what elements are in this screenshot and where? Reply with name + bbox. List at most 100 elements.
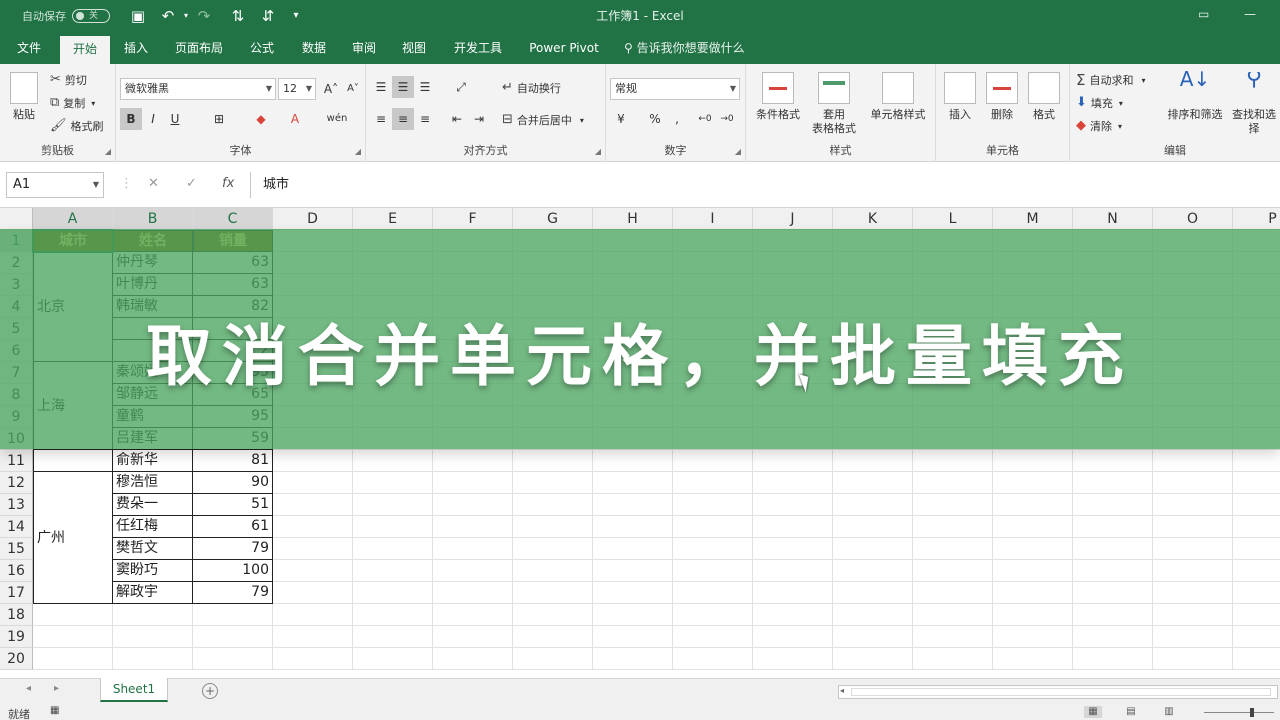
- fill-color-icon[interactable]: ◆: [250, 108, 272, 130]
- cell-p16[interactable]: [1233, 560, 1280, 582]
- dialog-launcher-icon[interactable]: ◢: [355, 147, 361, 156]
- cell-h20[interactable]: [593, 648, 673, 670]
- row-header-13[interactable]: 13: [0, 494, 33, 516]
- cell-l18[interactable]: [913, 604, 993, 626]
- scrollbar-thumb[interactable]: [851, 688, 1271, 696]
- cancel-icon[interactable]: ✕: [148, 176, 159, 191]
- format-as-table-button[interactable]: 套用 表格格式: [806, 72, 862, 136]
- cell-m18[interactable]: [993, 604, 1073, 626]
- cell-p20[interactable]: [1233, 648, 1280, 670]
- cell-a11[interactable]: [33, 450, 113, 472]
- column-header-a[interactable]: A: [33, 208, 113, 230]
- ribbon-display-icon[interactable]: ▭: [1198, 7, 1209, 21]
- cell-b20[interactable]: [113, 648, 193, 670]
- shrink-font-icon[interactable]: A˅: [342, 78, 364, 100]
- delete-cells-button[interactable]: 删除: [982, 72, 1022, 122]
- cell-e20[interactable]: [353, 648, 433, 670]
- sort-filter-button[interactable]: A↓ 排序和筛选: [1164, 69, 1226, 122]
- paste-button[interactable]: 粘贴: [6, 72, 42, 122]
- tab-view[interactable]: 视图: [394, 32, 434, 64]
- merged-city-cell[interactable]: 广州: [33, 472, 113, 604]
- accounting-format-icon[interactable]: ¥: [610, 108, 632, 130]
- cell-f12[interactable]: [433, 472, 513, 494]
- cell-n15[interactable]: [1073, 538, 1153, 560]
- cell-l16[interactable]: [913, 560, 993, 582]
- cell-f19[interactable]: [433, 626, 513, 648]
- macro-record-icon[interactable]: ▦: [50, 705, 59, 716]
- cell-i13[interactable]: [673, 494, 753, 516]
- name-cell[interactable]: 俞新华: [113, 450, 193, 472]
- cell-k14[interactable]: [833, 516, 913, 538]
- tell-me-box[interactable]: ⚲ 告诉我你想要做什么: [624, 32, 745, 64]
- column-header-f[interactable]: F: [433, 208, 513, 230]
- cell-d12[interactable]: [273, 472, 353, 494]
- cell-b19[interactable]: [113, 626, 193, 648]
- cell-f16[interactable]: [433, 560, 513, 582]
- sort-desc-icon[interactable]: ⇵: [258, 6, 278, 26]
- tab-formulas[interactable]: 公式: [242, 32, 282, 64]
- row-header-20[interactable]: 20: [0, 648, 33, 670]
- column-header-j[interactable]: J: [753, 208, 833, 230]
- cell-h17[interactable]: [593, 582, 673, 604]
- comma-button[interactable]: ,: [666, 108, 688, 130]
- cell-i18[interactable]: [673, 604, 753, 626]
- cell-k12[interactable]: [833, 472, 913, 494]
- row-header-12[interactable]: 12: [0, 472, 33, 494]
- cell-n20[interactable]: [1073, 648, 1153, 670]
- cell-f15[interactable]: [433, 538, 513, 560]
- tab-file[interactable]: 文件: [8, 32, 50, 64]
- cell-p17[interactable]: [1233, 582, 1280, 604]
- autosave-toggle[interactable]: 自动保存 关: [22, 0, 110, 32]
- save-icon[interactable]: ▣: [128, 6, 148, 26]
- cell-l12[interactable]: [913, 472, 993, 494]
- cell-e14[interactable]: [353, 516, 433, 538]
- sort-asc-icon[interactable]: ⇅: [228, 6, 248, 26]
- cell-l20[interactable]: [913, 648, 993, 670]
- cell-j20[interactable]: [753, 648, 833, 670]
- cell-h11[interactable]: [593, 450, 673, 472]
- normal-view-icon[interactable]: ▦: [1084, 706, 1102, 718]
- cell-k13[interactable]: [833, 494, 913, 516]
- tab-insert[interactable]: 插入: [116, 32, 156, 64]
- cell-n18[interactable]: [1073, 604, 1153, 626]
- cell-j19[interactable]: [753, 626, 833, 648]
- cell-i17[interactable]: [673, 582, 753, 604]
- align-top-icon[interactable]: ☰: [370, 76, 392, 98]
- cell-f20[interactable]: [433, 648, 513, 670]
- clear-button[interactable]: ◆ 清除 ▾: [1076, 118, 1122, 134]
- cell-e13[interactable]: [353, 494, 433, 516]
- cell-h15[interactable]: [593, 538, 673, 560]
- cell-m14[interactable]: [993, 516, 1073, 538]
- cell-g14[interactable]: [513, 516, 593, 538]
- row-header-18[interactable]: 18: [0, 604, 33, 626]
- cell-d14[interactable]: [273, 516, 353, 538]
- name-cell[interactable]: 窦盼巧: [113, 560, 193, 582]
- cell-g11[interactable]: [513, 450, 593, 472]
- column-header-i[interactable]: I: [673, 208, 753, 230]
- cell-g13[interactable]: [513, 494, 593, 516]
- cell-p12[interactable]: [1233, 472, 1280, 494]
- cell-f18[interactable]: [433, 604, 513, 626]
- align-right-icon[interactable]: ≡: [414, 108, 436, 130]
- cell-d20[interactable]: [273, 648, 353, 670]
- cell-o18[interactable]: [1153, 604, 1233, 626]
- cell-o20[interactable]: [1153, 648, 1233, 670]
- italic-button[interactable]: I: [142, 108, 164, 130]
- cell-n19[interactable]: [1073, 626, 1153, 648]
- cell-o16[interactable]: [1153, 560, 1233, 582]
- row-header-14[interactable]: 14: [0, 516, 33, 538]
- minimize-icon[interactable]: —: [1244, 7, 1256, 21]
- cell-m20[interactable]: [993, 648, 1073, 670]
- cell-f13[interactable]: [433, 494, 513, 516]
- borders-icon[interactable]: ⊞: [208, 108, 230, 130]
- column-header-h[interactable]: H: [593, 208, 673, 230]
- cell-e19[interactable]: [353, 626, 433, 648]
- prev-sheet-icon[interactable]: ◂: [26, 683, 31, 694]
- column-header-b[interactable]: B: [113, 208, 193, 230]
- decrease-decimal-icon[interactable]: →0: [716, 108, 738, 130]
- cell-k17[interactable]: [833, 582, 913, 604]
- name-box[interactable]: A1 ▼: [6, 172, 104, 198]
- row-header-15[interactable]: 15: [0, 538, 33, 560]
- column-header-d[interactable]: D: [273, 208, 353, 230]
- cell-p13[interactable]: [1233, 494, 1280, 516]
